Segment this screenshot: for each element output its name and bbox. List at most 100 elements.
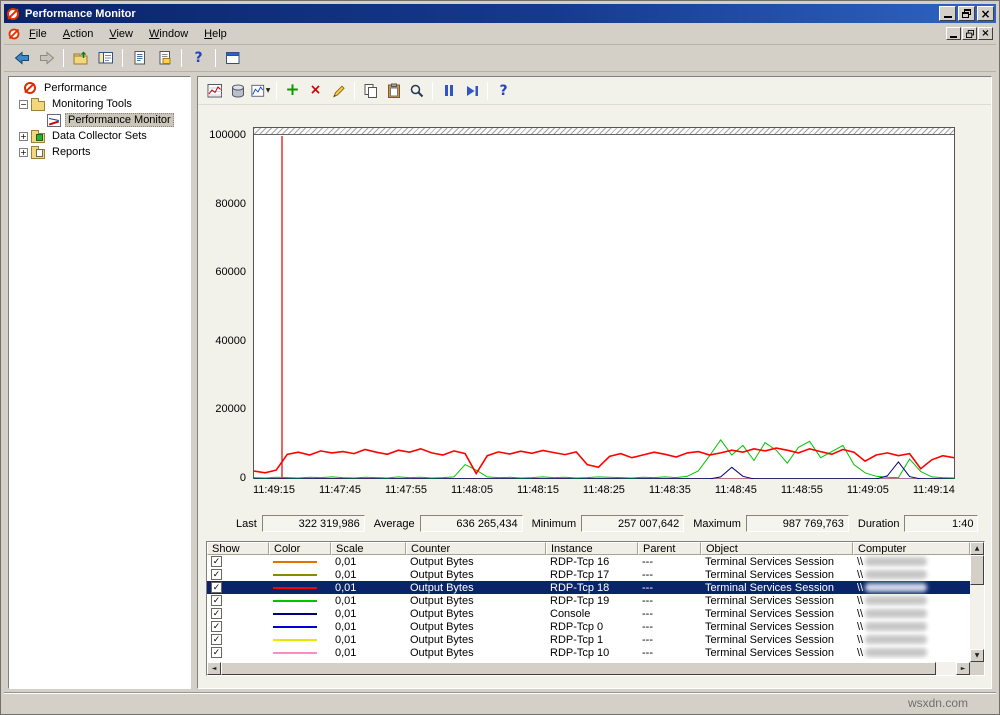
menu-window[interactable]: Window [141, 25, 196, 43]
legend-horizontal-scrollbar[interactable]: ◄ ► [207, 662, 970, 675]
perfmon-help-button[interactable]: ? [492, 80, 515, 102]
scroll-down-button[interactable]: ▼ [970, 649, 984, 662]
legend-column-counter[interactable]: Counter [406, 542, 546, 555]
menu-view[interactable]: View [101, 25, 141, 43]
legend-row[interactable]: ✓0,01Output BytesRDP-Tcp 17---Terminal S… [207, 568, 970, 581]
back-button[interactable] [9, 47, 34, 69]
scroll-right-button[interactable]: ► [956, 662, 970, 675]
collapse-icon[interactable]: − [19, 100, 28, 109]
checkbox-checked[interactable]: ✓ [211, 608, 222, 619]
minimize-button[interactable] [939, 6, 956, 21]
vertical-scroll-track[interactable] [970, 585, 984, 649]
legend-row[interactable]: ✓0,01Output BytesRDP-Tcp 16---Terminal S… [207, 555, 970, 568]
legend-parent-cell: --- [638, 594, 701, 607]
copy-properties-button[interactable] [359, 80, 382, 102]
copy-icon [363, 83, 379, 99]
legend-column-object[interactable]: Object [701, 542, 853, 555]
highlight-button[interactable] [327, 80, 350, 102]
horizontal-scroll-thumb[interactable] [221, 662, 936, 675]
legend-color-cell [269, 555, 331, 568]
legend-row[interactable]: ✓0,01Output BytesRDP-Tcp 0---Terminal Se… [207, 620, 970, 633]
legend-scale-cell: 0,01 [331, 633, 406, 646]
export-list-button[interactable] [127, 47, 152, 69]
properties-button[interactable] [152, 47, 177, 69]
color-swatch [273, 613, 317, 615]
stats-row: Last322 319,986Average636 265,434Minimum… [236, 514, 981, 533]
series-rdp-tcp-19 [254, 440, 954, 478]
legend-row[interactable]: ✓0,01Output BytesConsole---Terminal Serv… [207, 607, 970, 620]
tree-item-reports[interactable]: +Reports [9, 144, 190, 160]
legend-column-parent[interactable]: Parent [638, 542, 701, 555]
new-window-button[interactable] [220, 47, 245, 69]
scroll-left-button[interactable]: ◄ [207, 662, 221, 675]
menu-help[interactable]: Help [196, 25, 235, 43]
legend-vertical-scrollbar[interactable]: ▲ ▼ [970, 542, 984, 662]
menu-file[interactable]: File [21, 25, 55, 43]
legend-row[interactable]: ✓0,01Output BytesRDP-Tcp 1---Terminal Se… [207, 633, 970, 646]
legend-show-cell: ✓ [207, 633, 269, 646]
legend-counter-cell: Output Bytes [406, 620, 546, 633]
change-graph-type-button[interactable]: ▼ [249, 80, 272, 102]
close-button[interactable]: × [977, 6, 994, 21]
tree-item-data-collector-sets[interactable]: +Data Collector Sets [9, 128, 190, 144]
legend-row[interactable]: ✓0,01Output BytesRDP-Tcp 19---Terminal S… [207, 594, 970, 607]
legend-header: ShowColorScaleCounterInstanceParentObjec… [207, 542, 970, 555]
add-counter-button[interactable]: + [281, 80, 304, 102]
legend-scale-cell: 0,01 [331, 607, 406, 620]
expand-icon[interactable]: + [19, 148, 28, 157]
perfmon-toolbar: ▼ + × [198, 77, 991, 105]
mdi-close-button[interactable]: × [978, 27, 993, 40]
vertical-scroll-thumb[interactable] [970, 555, 984, 585]
mdi-minimize-button[interactable] [946, 27, 961, 40]
checkbox-checked[interactable]: ✓ [211, 621, 222, 632]
zoom-button[interactable] [405, 80, 428, 102]
toolbar-separator [432, 82, 433, 100]
magnifier-icon [409, 83, 425, 99]
main-area: +Performance−Monitoring Tools+Performanc… [4, 72, 996, 693]
delete-counter-button[interactable]: × [304, 80, 327, 102]
scroll-up-button[interactable]: ▲ [970, 542, 984, 555]
x-axis-tick: 11:49:05 [847, 484, 889, 496]
checkbox-checked[interactable]: ✓ [211, 582, 222, 593]
legend-column-show[interactable]: Show [207, 542, 269, 555]
y-axis-tick: 0 [200, 472, 246, 484]
performance-monitor-window: Performance Monitor × FileActionViewWind… [0, 0, 1000, 715]
legend-instance-cell: RDP-Tcp 18 [546, 581, 638, 594]
color-swatch [273, 561, 317, 563]
legend-column-color[interactable]: Color [269, 542, 331, 555]
checkbox-checked[interactable]: ✓ [211, 647, 222, 658]
forward-button[interactable] [34, 47, 59, 69]
restore-button[interactable] [958, 6, 975, 21]
redacted-computer-name [865, 609, 927, 618]
checkbox-checked[interactable]: ✓ [211, 556, 222, 567]
legend-column-scale[interactable]: Scale [331, 542, 406, 555]
legend-row[interactable]: ✓0,01Output BytesRDP-Tcp 18---Terminal S… [207, 581, 970, 594]
tree-item-performance-monitor[interactable]: +Performance Monitor [9, 112, 190, 128]
freeze-display-button[interactable] [437, 80, 460, 102]
checkbox-checked[interactable]: ✓ [211, 634, 222, 645]
legend-object-cell: Terminal Services Session [701, 607, 853, 620]
checkbox-checked[interactable]: ✓ [211, 569, 222, 580]
legend-column-computer[interactable]: Computer [853, 542, 970, 555]
show-hide-console-tree-button[interactable] [93, 47, 118, 69]
legend-color-cell [269, 620, 331, 633]
mdi-restore-button[interactable] [962, 27, 977, 40]
graph-type-icon [251, 84, 265, 98]
legend-show-cell: ✓ [207, 646, 269, 659]
expand-icon[interactable]: + [19, 132, 28, 141]
legend-column-instance[interactable]: Instance [546, 542, 638, 555]
tree-item-monitoring-tools[interactable]: −Monitoring Tools [9, 96, 190, 112]
legend-body: ✓0,01Output BytesRDP-Tcp 16---Terminal S… [207, 555, 970, 659]
paste-counter-list-button[interactable] [382, 80, 405, 102]
legend-computer-cell: \\ [853, 620, 970, 633]
up-one-level-button[interactable] [68, 47, 93, 69]
legend-computer-cell: \\ [853, 633, 970, 646]
help-button[interactable]: ? [186, 47, 211, 69]
checkbox-checked[interactable]: ✓ [211, 595, 222, 606]
legend-row[interactable]: ✓0,01Output BytesRDP-Tcp 10---Terminal S… [207, 646, 970, 659]
minimize-icon [944, 16, 952, 18]
legend-counter-cell: Output Bytes [406, 594, 546, 607]
menu-action[interactable]: Action [55, 25, 102, 43]
tree-item-performance[interactable]: +Performance [9, 80, 190, 96]
update-data-button[interactable] [460, 80, 483, 102]
